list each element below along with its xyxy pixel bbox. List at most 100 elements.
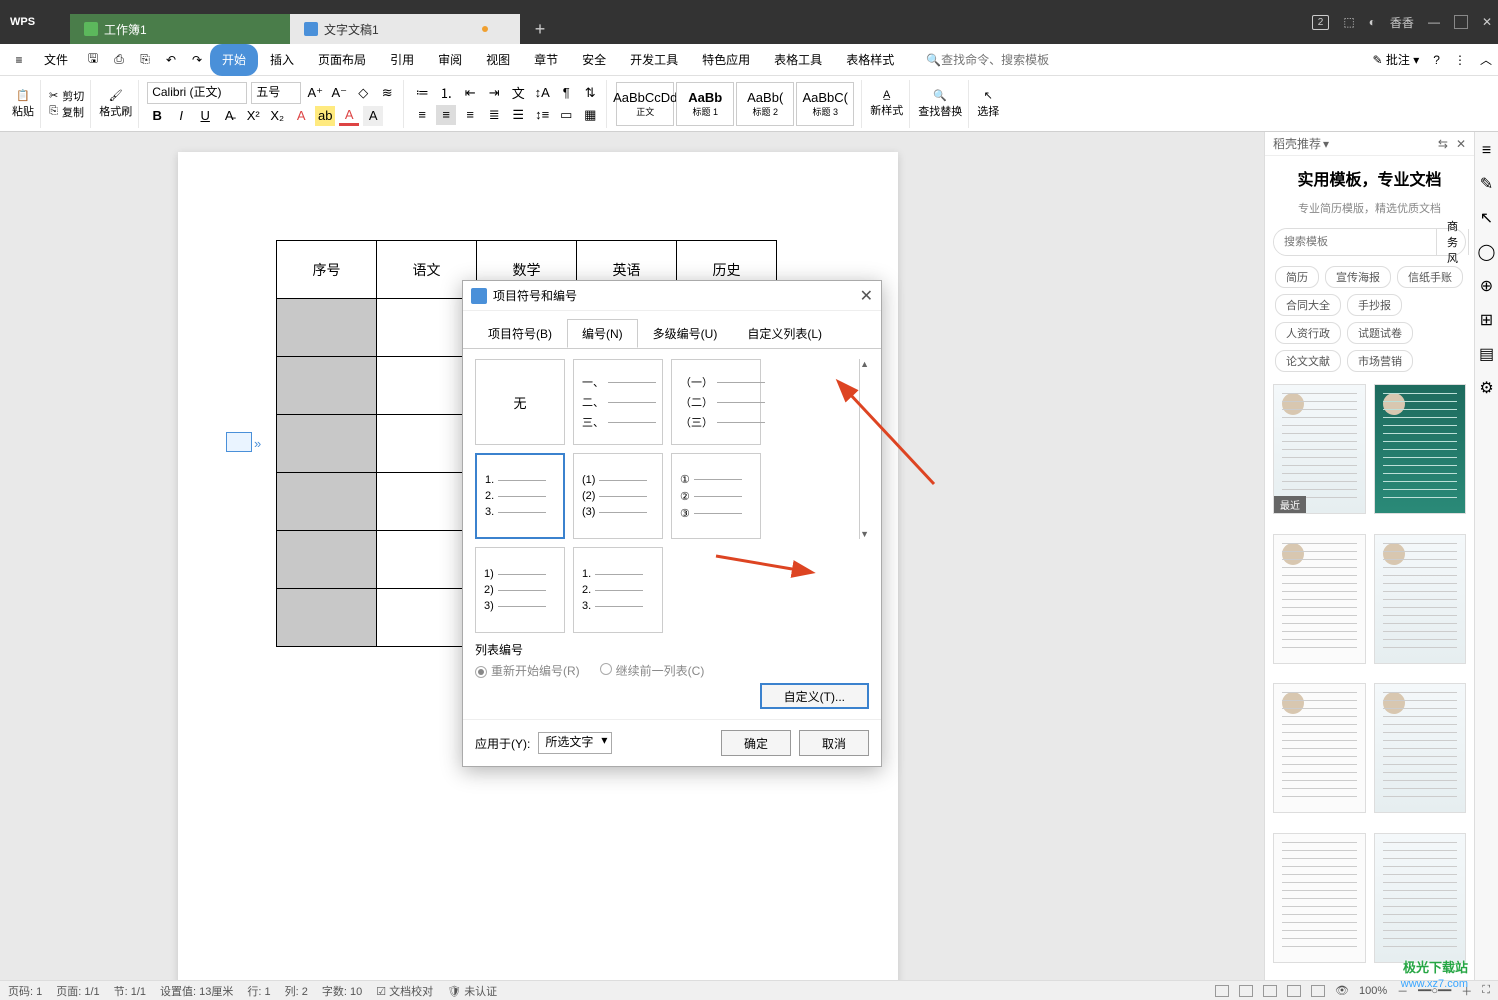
size-select[interactable]: 五号: [251, 82, 301, 104]
menu-review[interactable]: 审阅: [426, 44, 474, 76]
numbering-style-paren[interactable]: (1) (2) (3): [573, 453, 663, 539]
menu-home[interactable]: 开始: [210, 44, 258, 76]
decrease-font-icon[interactable]: A⁻: [329, 83, 349, 103]
view-mode-2-icon[interactable]: [1239, 985, 1253, 997]
zoom-level[interactable]: 100%: [1359, 985, 1387, 997]
menu-security[interactable]: 安全: [570, 44, 618, 76]
borders-icon[interactable]: ▦: [580, 105, 600, 125]
ok-button[interactable]: 确定: [721, 730, 791, 756]
italic-button[interactable]: I: [171, 106, 191, 126]
text-direction-icon[interactable]: 文: [508, 83, 528, 103]
numbering-icon[interactable]: ⒈: [436, 83, 456, 103]
status-pos[interactable]: 设置值: 13厘米: [160, 983, 233, 999]
view-mode-4-icon[interactable]: [1287, 985, 1301, 997]
tab-workbook[interactable]: 工作簿1: [70, 14, 290, 44]
minimize-icon[interactable]: ―: [1428, 15, 1440, 29]
hamburger-icon[interactable]: ≡: [8, 49, 30, 71]
cancel-button[interactable]: 取消: [799, 730, 869, 756]
user-name[interactable]: 香香: [1390, 14, 1414, 31]
close-icon[interactable]: ✕: [1482, 15, 1492, 29]
status-section[interactable]: 节: 1/1: [114, 983, 146, 999]
align-center-icon[interactable]: ≡: [436, 105, 456, 125]
dialog-scrollbar[interactable]: ▲▼: [859, 359, 869, 539]
underline-button[interactable]: U: [195, 106, 215, 126]
line-spacing-icon[interactable]: ↕≡: [532, 105, 552, 125]
redo-icon[interactable]: ↷: [186, 49, 208, 71]
apply-select[interactable]: 所选文字: [538, 732, 612, 754]
template-thumb[interactable]: [1374, 384, 1467, 514]
rail-cursor-icon[interactable]: ↖: [1480, 208, 1493, 228]
style-heading2[interactable]: AaBb(标题 2: [736, 82, 794, 126]
menu-special[interactable]: 特色应用: [690, 44, 762, 76]
font-color-button[interactable]: A: [339, 106, 359, 126]
menu-dev[interactable]: 开发工具: [618, 44, 690, 76]
char-shading-button[interactable]: A: [363, 106, 383, 126]
numbering-style-decimal[interactable]: 1. 2. 3.: [475, 453, 565, 539]
template-thumb[interactable]: [1273, 683, 1366, 813]
status-auth[interactable]: 🛡 未认证: [447, 983, 497, 999]
paste-button[interactable]: 粘贴: [12, 103, 34, 119]
format-painter-button[interactable]: 格式刷: [99, 103, 132, 119]
increase-font-icon[interactable]: A⁺: [305, 83, 325, 103]
subscript-button[interactable]: X₂: [267, 106, 287, 126]
cut-label[interactable]: 剪切: [62, 88, 84, 104]
menu-insert[interactable]: 插入: [258, 44, 306, 76]
template-thumb[interactable]: [1374, 683, 1467, 813]
rail-hamburger-icon[interactable]: ≡: [1482, 142, 1491, 160]
tab-bullets[interactable]: 项目符号(B): [473, 319, 567, 348]
print-icon[interactable]: ⎙: [108, 49, 130, 71]
status-row[interactable]: 行: 1: [247, 983, 270, 999]
outdent-icon[interactable]: ⇤: [460, 83, 480, 103]
copy-icon[interactable]: ⎘: [49, 105, 58, 118]
menu-file[interactable]: 文件: [32, 44, 80, 76]
view-mode-5-icon[interactable]: [1311, 985, 1325, 997]
numbering-style-decimal2[interactable]: 1. 2. 3.: [573, 547, 663, 633]
text-effect-button[interactable]: A: [291, 106, 311, 126]
template-thumb[interactable]: [1374, 833, 1467, 963]
save-icon[interactable]: 🖫: [82, 49, 104, 71]
eye-icon[interactable]: 👁: [1335, 984, 1349, 997]
sort-icon[interactable]: ⇅: [580, 83, 600, 103]
chevron-right-icon[interactable]: »: [254, 436, 261, 451]
indent-icon[interactable]: ⇥: [484, 83, 504, 103]
copy-label[interactable]: 复制: [62, 104, 84, 120]
fullscreen-icon[interactable]: ⛶: [1482, 984, 1490, 997]
view-mode-1-icon[interactable]: [1215, 985, 1229, 997]
template-thumb[interactable]: [1374, 534, 1467, 664]
command-search[interactable]: 🔍: [926, 53, 1071, 67]
panel-settings-icon[interactable]: ⇆: [1438, 137, 1448, 151]
maximize-icon[interactable]: [1454, 15, 1468, 29]
help-icon[interactable]: ?: [1433, 53, 1440, 67]
cursor-icon[interactable]: ↖: [984, 89, 993, 102]
formatting-marks-icon[interactable]: ¶: [556, 83, 576, 103]
preview-icon[interactable]: ⎘: [134, 49, 156, 71]
shading-icon[interactable]: ▭: [556, 105, 576, 125]
status-page-no[interactable]: 页码: 1: [8, 983, 42, 999]
status-proof[interactable]: ☑ 文档校对: [376, 983, 433, 999]
template-search-input[interactable]: [1274, 229, 1436, 255]
clear-format-icon[interactable]: ◇: [353, 83, 373, 103]
undo-icon[interactable]: ↶: [160, 49, 182, 71]
menu-references[interactable]: 引用: [378, 44, 426, 76]
align-left-icon[interactable]: ≡: [412, 105, 432, 125]
char-style-icon[interactable]: ≋: [377, 83, 397, 103]
template-search[interactable]: 商务风 教育教学: [1273, 228, 1466, 256]
tab-numbering[interactable]: 编号(N): [567, 319, 638, 348]
tab-multilevel[interactable]: 多级编号(U): [638, 319, 733, 348]
align-vert-icon[interactable]: ↕A: [532, 83, 552, 103]
menu-tabletools[interactable]: 表格工具: [762, 44, 834, 76]
annotate-button[interactable]: ✎ 批注 ▾: [1373, 51, 1420, 68]
numbering-style-cn[interactable]: 一、 二、 三、: [573, 359, 663, 445]
template-thumb[interactable]: 最近: [1273, 384, 1366, 514]
superscript-button[interactable]: X²: [243, 106, 263, 126]
align-justify-icon[interactable]: ≣: [484, 105, 504, 125]
user-avatar-icon[interactable]: ◐: [1369, 15, 1376, 29]
rail-doc-icon[interactable]: ▤: [1479, 344, 1494, 364]
search-pill-business[interactable]: 商务风: [1436, 229, 1468, 255]
style-heading3[interactable]: AaBbC(标题 3: [796, 82, 854, 126]
notification-badge[interactable]: 2: [1312, 15, 1330, 30]
rail-shape-icon[interactable]: ◯: [1478, 242, 1496, 262]
radio-continue[interactable]: 继续前一列表(C): [600, 662, 705, 679]
style-heading1[interactable]: AaBb标题 1: [676, 82, 734, 126]
style-normal[interactable]: AaBbCcDd正文: [616, 82, 674, 126]
